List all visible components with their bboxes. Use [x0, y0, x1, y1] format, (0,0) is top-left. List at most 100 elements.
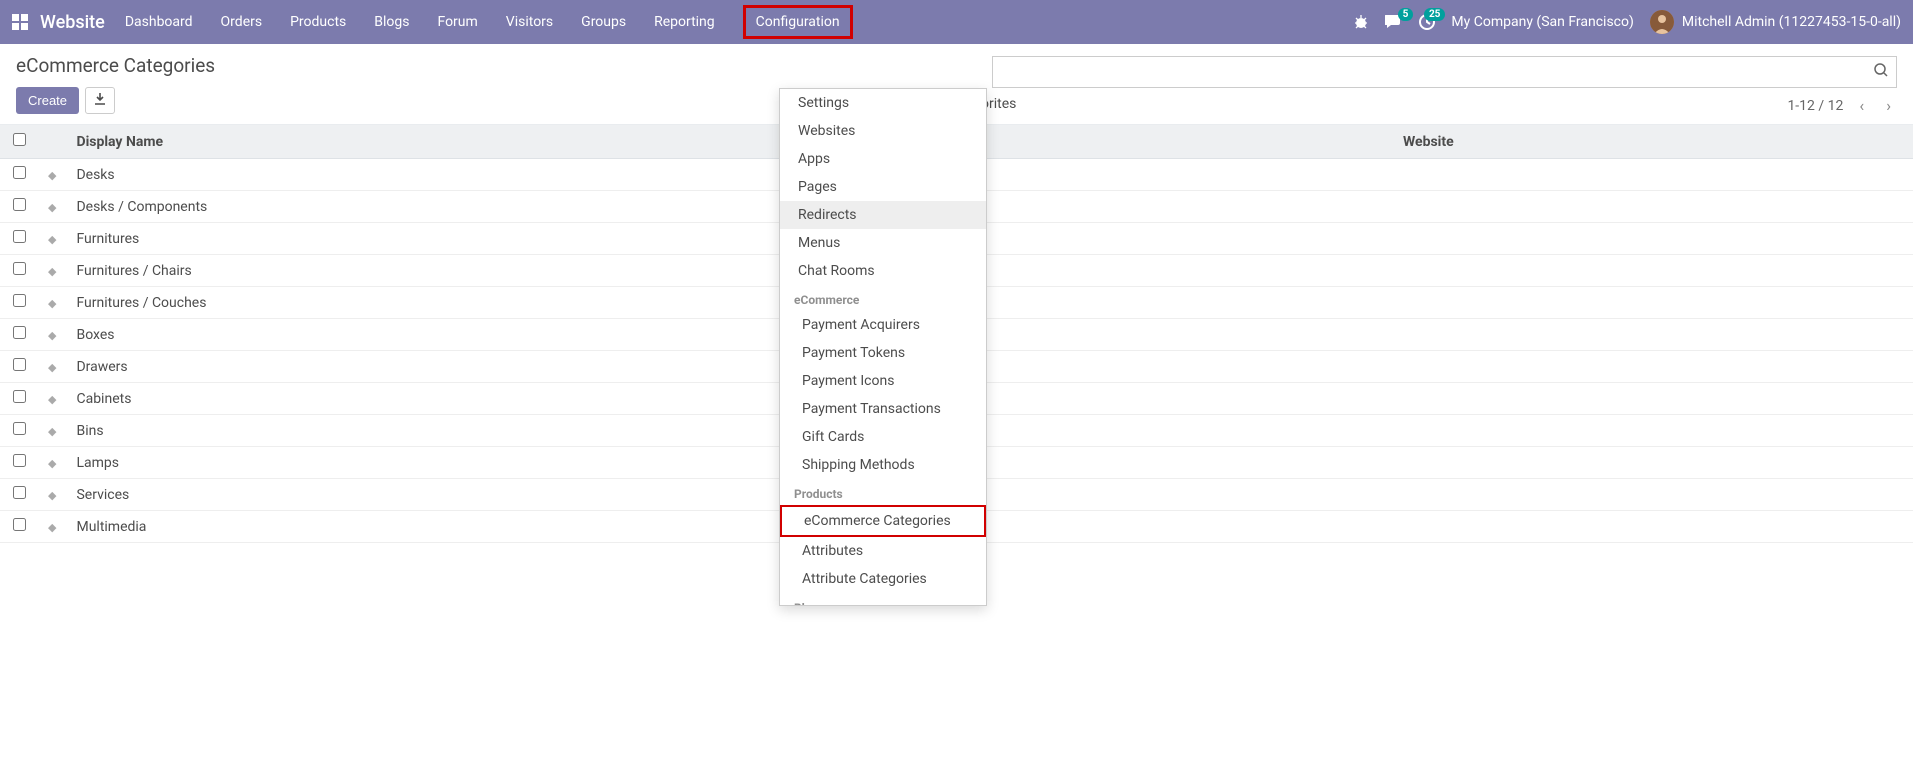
dropdown-item-payment-tokens[interactable]: Payment Tokens [780, 339, 986, 367]
nav-products[interactable]: Products [290, 2, 346, 42]
nav-reporting[interactable]: Reporting [654, 2, 715, 42]
download-button[interactable] [85, 87, 115, 114]
dropdown-item-websites[interactable]: Websites [780, 117, 986, 145]
nav-groups[interactable]: Groups [581, 2, 626, 42]
user-menu[interactable]: Mitchell Admin (11227453-15-0-all) [1650, 10, 1901, 34]
row-display-name: Furnitures [66, 223, 1393, 255]
activities-icon[interactable]: 25 [1419, 14, 1435, 30]
row-website [1393, 287, 1913, 319]
dropdown-item-attribute-categories[interactable]: Attribute Categories [780, 565, 986, 593]
row-website [1393, 191, 1913, 223]
drag-handle-icon[interactable]: ◆ [48, 233, 56, 246]
row-display-name: Drawers [66, 351, 1393, 383]
row-website [1393, 319, 1913, 351]
brand-title[interactable]: Website [40, 12, 105, 33]
drag-handle-icon[interactable]: ◆ [48, 169, 56, 182]
row-display-name: Services [66, 479, 1393, 511]
dropdown-item-settings[interactable]: Settings [780, 89, 986, 117]
row-checkbox[interactable] [13, 422, 26, 435]
nav-dashboard[interactable]: Dashboard [125, 2, 193, 42]
topnav-menu: Dashboard Orders Products Blogs Forum Visitor… [125, 2, 853, 42]
row-display-name: Multimedia [66, 511, 1393, 543]
row-website [1393, 383, 1913, 415]
user-name: Mitchell Admin (11227453-15-0-all) [1682, 14, 1901, 30]
row-checkbox[interactable] [13, 198, 26, 211]
nav-configuration[interactable]: Configuration [743, 2, 853, 42]
drag-handle-icon[interactable]: ◆ [48, 329, 56, 342]
messages-icon[interactable]: 5 [1385, 14, 1403, 30]
row-checkbox[interactable] [13, 294, 26, 307]
top-navbar: Website Dashboard Orders Products Blogs Foru… [0, 0, 1913, 44]
row-website [1393, 479, 1913, 511]
row-checkbox[interactable] [13, 230, 26, 243]
dropdown-item-apps[interactable]: Apps [780, 145, 986, 173]
debug-icon[interactable] [1353, 14, 1369, 30]
row-checkbox[interactable] [13, 454, 26, 467]
dropdown-section: Products [780, 479, 986, 505]
create-button[interactable]: Create [16, 87, 79, 114]
dropdown-item-menus[interactable]: Menus [780, 229, 986, 257]
dropdown-item-pages[interactable]: Pages [780, 173, 986, 201]
row-checkbox[interactable] [13, 262, 26, 275]
drag-handle-icon[interactable]: ◆ [48, 521, 56, 534]
drag-handle-icon[interactable]: ◆ [48, 297, 56, 310]
select-all-checkbox[interactable] [13, 133, 26, 146]
dropdown-item-redirects[interactable]: Redirects [780, 201, 986, 229]
nav-visitors[interactable]: Visitors [506, 2, 553, 42]
configuration-dropdown: SettingsWebsitesAppsPagesRedirectsMenusC… [779, 88, 987, 606]
nav-blogs[interactable]: Blogs [374, 2, 409, 42]
apps-icon[interactable] [12, 14, 28, 30]
row-display-name: Bins [66, 415, 1393, 447]
dropdown-item-attributes[interactable]: Attributes [780, 537, 986, 565]
pager-next[interactable]: › [1880, 92, 1897, 119]
row-display-name: Furnitures / Chairs [66, 255, 1393, 287]
row-website [1393, 159, 1913, 191]
search-input-wrapper[interactable] [992, 56, 1897, 88]
drag-handle-icon[interactable]: ◆ [48, 361, 56, 374]
dropdown-item-chat-rooms[interactable]: Chat Rooms [780, 257, 986, 285]
drag-handle-icon[interactable]: ◆ [48, 457, 56, 470]
nav-forum[interactable]: Forum [437, 2, 477, 42]
row-checkbox[interactable] [13, 486, 26, 499]
dropdown-item-payment-acquirers[interactable]: Payment Acquirers [780, 311, 986, 339]
row-checkbox[interactable] [13, 390, 26, 403]
pager-prev[interactable]: ‹ [1853, 92, 1870, 119]
row-website [1393, 511, 1913, 543]
dropdown-section: Blogs [780, 593, 986, 605]
column-display-name[interactable]: Display Name [66, 125, 1393, 159]
column-website[interactable]: Website [1393, 125, 1913, 159]
row-display-name: Lamps [66, 447, 1393, 479]
row-website [1393, 415, 1913, 447]
dropdown-item-payment-transactions[interactable]: Payment Transactions [780, 395, 986, 423]
row-website [1393, 255, 1913, 287]
row-display-name: Desks / Components [66, 191, 1393, 223]
row-website [1393, 223, 1913, 255]
drag-handle-icon[interactable]: ◆ [48, 425, 56, 438]
nav-orders[interactable]: Orders [221, 2, 263, 42]
row-checkbox[interactable] [13, 326, 26, 339]
avatar [1650, 10, 1674, 34]
row-display-name: Boxes [66, 319, 1393, 351]
dropdown-item-gift-cards[interactable]: Gift Cards [780, 423, 986, 451]
row-website [1393, 447, 1913, 479]
search-icon[interactable] [1866, 63, 1896, 81]
dropdown-item-shipping-methods[interactable]: Shipping Methods [780, 451, 986, 479]
row-checkbox[interactable] [13, 166, 26, 179]
company-selector[interactable]: My Company (San Francisco) [1451, 14, 1633, 30]
row-website [1393, 351, 1913, 383]
dropdown-item-ecommerce-categories[interactable]: eCommerce Categories [780, 505, 986, 537]
row-display-name: Desks [66, 159, 1393, 191]
row-display-name: Furnitures / Couches [66, 287, 1393, 319]
drag-handle-icon[interactable]: ◆ [48, 201, 56, 214]
row-checkbox[interactable] [13, 518, 26, 531]
pager-text: 1-12 / 12 [1787, 98, 1843, 114]
drag-handle-icon[interactable]: ◆ [48, 489, 56, 502]
dropdown-item-payment-icons[interactable]: Payment Icons [780, 367, 986, 395]
drag-handle-icon[interactable]: ◆ [48, 265, 56, 278]
row-checkbox[interactable] [13, 358, 26, 371]
drag-handle-icon[interactable]: ◆ [48, 393, 56, 406]
dropdown-section: eCommerce [780, 285, 986, 311]
download-icon [94, 93, 106, 105]
topnav-right: 5 25 My Company (San Francisco) Mitchell… [1353, 10, 1901, 34]
row-display-name: Cabinets [66, 383, 1393, 415]
